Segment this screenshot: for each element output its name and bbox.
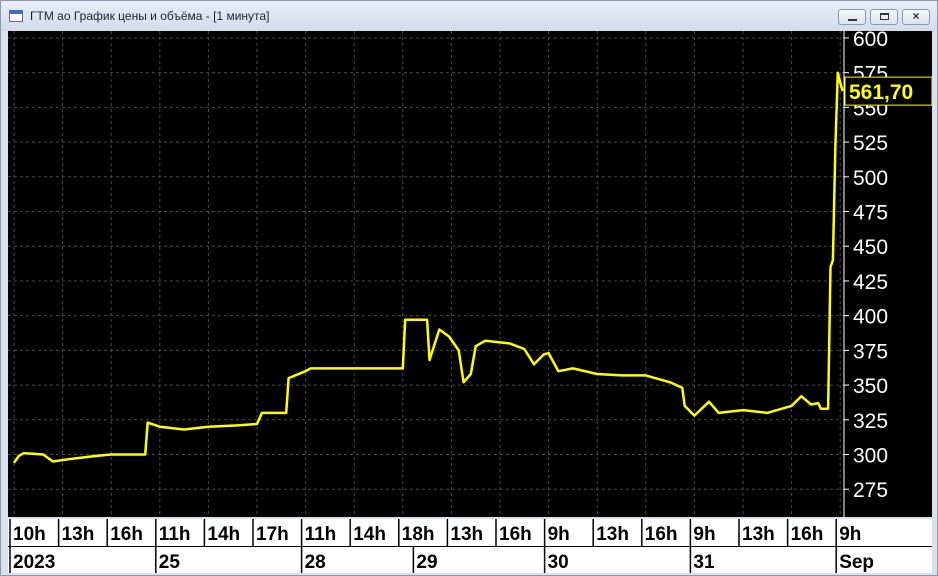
x-tick-label: 16h [645, 524, 678, 545]
x-tick-label: 16h [499, 524, 532, 545]
date-label: Sep [839, 552, 874, 573]
price-chart[interactable]: 6005755505255004754504254003753503253002… [8, 31, 932, 573]
chart-window: ГТМ ао График цены и объёма - [1 минута]… [0, 0, 938, 576]
x-tick-label: 18h [402, 524, 435, 545]
x-tick-label: 14h [207, 524, 240, 545]
x-tick-label: 13h [450, 524, 483, 545]
y-tick-label: 300 [853, 445, 888, 468]
date-label: 29 [416, 552, 437, 573]
minimize-button[interactable] [838, 9, 866, 25]
date-label: 31 [693, 552, 715, 573]
plot-area [8, 31, 844, 517]
x-tick-label: 9h [839, 524, 861, 545]
x-tick-label: 11h [159, 524, 191, 545]
x-tick-label: 11h [305, 524, 337, 545]
title-bar[interactable]: ГТМ ао График цены и объёма - [1 минута]… [1, 1, 937, 31]
x-tick-label: 16h [791, 524, 824, 545]
y-tick-label: 500 [853, 167, 888, 190]
maximize-button[interactable] [870, 9, 898, 25]
y-tick-label: 350 [853, 375, 888, 398]
x-tick-label: 10h [13, 524, 46, 545]
x-tick-label: 16h [110, 524, 143, 545]
date-axis-row [8, 547, 932, 573]
y-tick-label: 275 [853, 479, 888, 502]
y-tick-label: 375 [853, 340, 888, 363]
date-label: 25 [159, 552, 181, 573]
y-tick-label: 400 [853, 306, 888, 329]
y-tick-label: 600 [853, 31, 888, 51]
x-tick-label: 17h [256, 524, 289, 545]
close-button[interactable]: × [902, 9, 930, 25]
date-label: 30 [548, 552, 569, 573]
chart-window-icon [9, 10, 23, 22]
y-tick-label: 425 [853, 271, 888, 294]
date-label: 2023 [13, 552, 55, 573]
close-icon: × [912, 9, 920, 23]
last-price-label: 561,70 [849, 81, 913, 104]
x-tick-label: 9h [548, 524, 570, 545]
y-tick-label: 475 [853, 202, 888, 225]
x-tick-label: 9h [693, 524, 715, 545]
y-tick-label: 325 [853, 410, 888, 433]
x-tick-label: 13h [62, 524, 95, 545]
y-tick-label: 450 [853, 236, 888, 259]
y-tick-label: 525 [853, 132, 888, 155]
x-tick-label: 14h [353, 524, 386, 545]
window-title: ГТМ ао График цены и объёма - [1 минута] [30, 9, 270, 23]
x-tick-label: 13h [596, 524, 629, 545]
x-tick-label: 13h [742, 524, 775, 545]
date-label: 28 [305, 552, 326, 573]
